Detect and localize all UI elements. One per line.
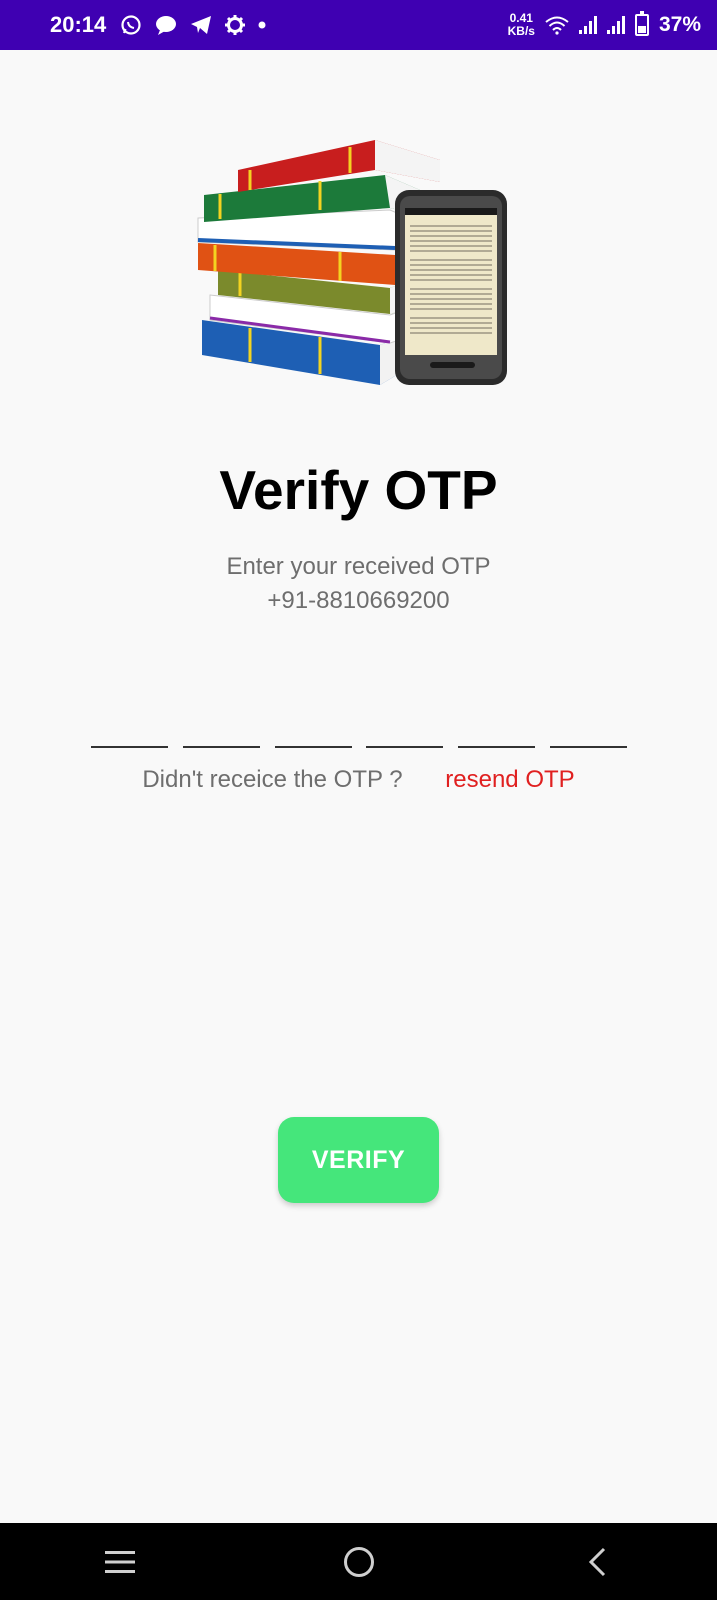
books-and-ereader-illustration bbox=[197, 140, 507, 385]
signal-icon bbox=[606, 16, 625, 34]
home-button[interactable] bbox=[329, 1532, 389, 1592]
page-title: Verify OTP bbox=[219, 459, 498, 521]
dot-icon bbox=[258, 21, 266, 29]
netspeed-unit: KB/s bbox=[507, 24, 535, 38]
signal-icon bbox=[578, 16, 597, 34]
otp-digit-3[interactable] bbox=[274, 700, 352, 748]
home-icon bbox=[343, 1546, 374, 1577]
notification-icons bbox=[120, 14, 266, 36]
resend-question: Didn't receice the OTP ? bbox=[142, 766, 403, 793]
otp-digit-4[interactable] bbox=[366, 700, 444, 748]
otp-input-row bbox=[91, 700, 627, 748]
phone-number: +91-8810669200 bbox=[267, 587, 450, 614]
network-speed: 0.41 KB/s bbox=[508, 12, 535, 38]
otp-digit-1[interactable] bbox=[91, 700, 168, 748]
resend-otp-link[interactable]: resend OTP bbox=[445, 766, 574, 793]
menu-icon bbox=[104, 1550, 135, 1573]
message-icon bbox=[156, 16, 177, 35]
whatsapp-icon bbox=[121, 15, 141, 35]
back-icon bbox=[588, 1547, 605, 1576]
verify-button[interactable]: VERIFY bbox=[278, 1117, 439, 1203]
settings-icon bbox=[225, 15, 246, 35]
resend-row: Didn't receice the OTP ? resend OTP bbox=[0, 766, 717, 794]
status-time: 20:14 bbox=[50, 12, 107, 37]
menu-button[interactable] bbox=[90, 1532, 150, 1592]
subtitle-text: Enter your received OTP bbox=[226, 553, 491, 580]
battery-icon bbox=[634, 11, 649, 36]
back-button[interactable] bbox=[568, 1532, 628, 1592]
otp-instructions: Enter your received OTP +91-8810669200 bbox=[0, 550, 717, 618]
status-right: 0.41 KB/s 37% bbox=[508, 11, 701, 38]
navigation-bar bbox=[0, 1523, 717, 1600]
otp-digit-2[interactable] bbox=[182, 700, 260, 748]
status-bar: 20:14 0.41 KB/s 37% bbox=[0, 0, 717, 50]
wifi-icon bbox=[545, 16, 569, 35]
otp-digit-5[interactable] bbox=[458, 700, 536, 748]
telegram-icon bbox=[191, 16, 212, 34]
battery-percent: 37% bbox=[658, 13, 701, 36]
otp-digit-6[interactable] bbox=[549, 700, 627, 748]
